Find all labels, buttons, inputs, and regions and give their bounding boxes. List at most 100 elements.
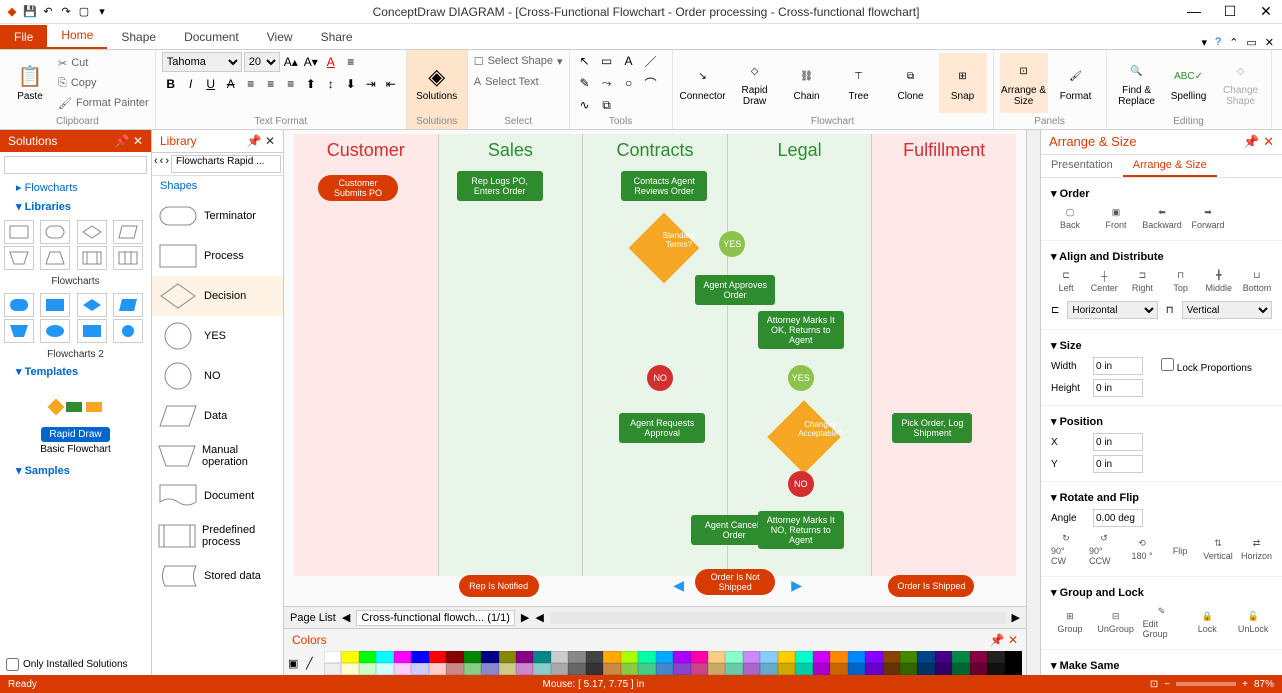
lane-sales[interactable]: Sales <box>439 134 583 167</box>
shape-customer-submits[interactable]: Customer Submits PO <box>318 175 398 201</box>
lib-shape[interactable] <box>4 246 34 270</box>
lib-stored-data[interactable]: Stored data <box>152 556 283 596</box>
rotate-ccw90-button[interactable]: ↺90° CCW <box>1089 533 1119 566</box>
tool-crop-icon[interactable]: ⧉ <box>598 96 616 114</box>
fill-icon[interactable]: ▣ <box>288 657 304 670</box>
italic-icon[interactable]: I <box>182 75 200 93</box>
color-row-2[interactable] <box>324 663 1022 675</box>
align-left-button[interactable]: ⊏Left <box>1051 270 1081 293</box>
tool-pen-icon[interactable]: ✎ <box>576 74 594 92</box>
shape-rep-logs[interactable]: Rep Logs PO, Enters Order <box>457 171 543 201</box>
lib-shape[interactable] <box>77 220 107 244</box>
help-icon[interactable]: ? <box>1215 36 1221 49</box>
lib-shape[interactable] <box>113 246 143 270</box>
scroll-left-icon[interactable]: ◀ <box>535 611 543 624</box>
close-panel-icon[interactable]: ✕ <box>265 134 275 148</box>
lib-shape[interactable] <box>40 220 70 244</box>
tree-samples[interactable]: ▾ Samples <box>0 461 151 480</box>
shape-yes2[interactable]: YES <box>788 365 814 391</box>
nav-left[interactable]: ◀ <box>669 573 688 598</box>
undo-icon[interactable]: ↶ <box>40 4 56 20</box>
align-top-button[interactable]: ⊓Top <box>1166 270 1196 293</box>
select-text-button[interactable]: A Select Text <box>474 73 539 91</box>
shape-attorney-no[interactable]: Attorney Marks It NO, Returns to Agent <box>758 511 844 549</box>
shape-standard-terms[interactable]: Standard Terms? <box>635 219 693 277</box>
close-panel-icon[interactable]: ✕ <box>1263 134 1274 149</box>
format-painter-button[interactable]: 🖌 Format Painter <box>58 94 149 112</box>
outdent-icon[interactable]: ⇤ <box>382 75 400 93</box>
tool-connector-icon[interactable]: ⤳ <box>598 74 616 92</box>
align-middle-button[interactable]: ╋Middle <box>1204 270 1234 293</box>
window-icon[interactable]: ▭ <box>1246 36 1256 49</box>
lock-button[interactable]: 🔒Lock <box>1188 611 1226 634</box>
lib-shape[interactable] <box>113 220 143 244</box>
shape-order-shipped[interactable]: Order Is Shipped <box>888 575 974 597</box>
close-doc-icon[interactable]: ✕ <box>1265 36 1274 49</box>
align-right-button[interactable]: ⊐Right <box>1127 270 1157 293</box>
lane-fulfillment[interactable]: Fulfillment <box>872 134 1016 167</box>
zoom-in-icon[interactable]: + <box>1242 679 1248 690</box>
lib-predefined-process[interactable]: Predefined process <box>152 516 283 556</box>
options-icon[interactable]: ▾ <box>1202 36 1208 49</box>
lib-back-icon[interactable]: ‹ <box>160 155 164 173</box>
save-icon[interactable]: 💾 <box>22 4 38 20</box>
lib-shape[interactable] <box>40 319 70 343</box>
tab-home[interactable]: Home <box>47 23 107 49</box>
edit-group-button[interactable]: ✎Edit Group <box>1143 606 1181 639</box>
tool-pointer-icon[interactable]: ↖ <box>576 52 594 70</box>
valign-bottom-icon[interactable]: ⬇ <box>342 75 360 93</box>
width-input[interactable] <box>1093 357 1143 375</box>
change-shape-button[interactable]: ◇Change Shape <box>1217 53 1265 113</box>
lib-yes[interactable]: YES <box>152 316 283 356</box>
pin-icon[interactable]: 📌 <box>990 633 1005 647</box>
lib-shape[interactable] <box>4 220 34 244</box>
lib-shape[interactable] <box>113 319 143 343</box>
pin-icon[interactable]: 📌 <box>247 134 262 148</box>
distribute-v-select[interactable]: Vertical <box>1182 301 1272 319</box>
tool-rect-icon[interactable]: ▭ <box>598 52 616 70</box>
find-replace-button[interactable]: 🔍Find & Replace <box>1113 53 1161 113</box>
strikethrough-icon[interactable]: A <box>222 75 240 93</box>
tab-shape[interactable]: Shape <box>107 25 170 49</box>
page-select[interactable]: Cross-functional flowch... (1/1) <box>356 610 515 626</box>
align-left-icon[interactable]: ≡ <box>242 75 260 93</box>
shrink-font-icon[interactable]: A▾ <box>302 53 320 71</box>
snap-button[interactable]: ⊞Snap <box>939 53 987 113</box>
lib-shape[interactable] <box>77 246 107 270</box>
redo-icon[interactable]: ↷ <box>58 4 74 20</box>
lane-legal[interactable]: Legal <box>728 134 872 167</box>
tab-arrange-size[interactable]: Arrange & Size <box>1123 155 1217 177</box>
x-input[interactable] <box>1093 433 1143 451</box>
tool-ellipse-icon[interactable]: ○ <box>620 74 638 92</box>
flip-vertical-button[interactable]: ⇅Vertical <box>1203 538 1233 561</box>
angle-input[interactable] <box>1093 509 1143 527</box>
tree-button[interactable]: ⊤Tree <box>835 53 883 113</box>
order-backward-button[interactable]: ⬅Backward <box>1143 207 1181 230</box>
shape-agent-requests[interactable]: Agent Requests Approval <box>619 413 705 443</box>
zoom-out-icon[interactable]: − <box>1164 679 1170 690</box>
lib-manual-operation[interactable]: Manual operation <box>152 436 283 476</box>
lib-shape[interactable] <box>40 246 70 270</box>
clone-button[interactable]: ⧉Clone <box>887 53 935 113</box>
canvas[interactable]: Customer Customer Submits PO Sales Rep L… <box>284 130 1026 606</box>
copy-button[interactable]: ⎘ Copy <box>58 74 149 92</box>
align-right-icon[interactable]: ≡ <box>282 75 300 93</box>
valign-middle-icon[interactable]: ↕ <box>322 75 340 93</box>
maximize-button[interactable]: ☐ <box>1218 3 1242 20</box>
solutions-button[interactable]: ◈ Solutions <box>413 53 461 113</box>
tab-view[interactable]: View <box>253 25 307 49</box>
lib-shape[interactable] <box>77 293 107 317</box>
connector-button[interactable]: ↘Connector <box>679 53 727 113</box>
zoom-fit-icon[interactable]: ⊡ <box>1150 679 1158 690</box>
paste-button[interactable]: 📋 Paste <box>6 53 54 113</box>
tool-bezier-icon[interactable]: ∿ <box>576 96 594 114</box>
lib-terminator[interactable]: Terminator <box>152 196 283 236</box>
tree-templates[interactable]: ▾ Templates <box>0 362 151 381</box>
select-shape-button[interactable]: ☐ Select Shape ▾ <box>474 52 563 70</box>
collapse-ribbon-icon[interactable]: ⌃ <box>1229 36 1238 49</box>
lib-shape[interactable] <box>4 319 34 343</box>
tab-share[interactable]: Share <box>307 25 367 49</box>
template-preview[interactable]: Rapid Draw Basic Flowchart <box>6 387 145 455</box>
height-input[interactable] <box>1093 379 1143 397</box>
rotate-180-button[interactable]: ⟲180 ° <box>1127 538 1157 561</box>
